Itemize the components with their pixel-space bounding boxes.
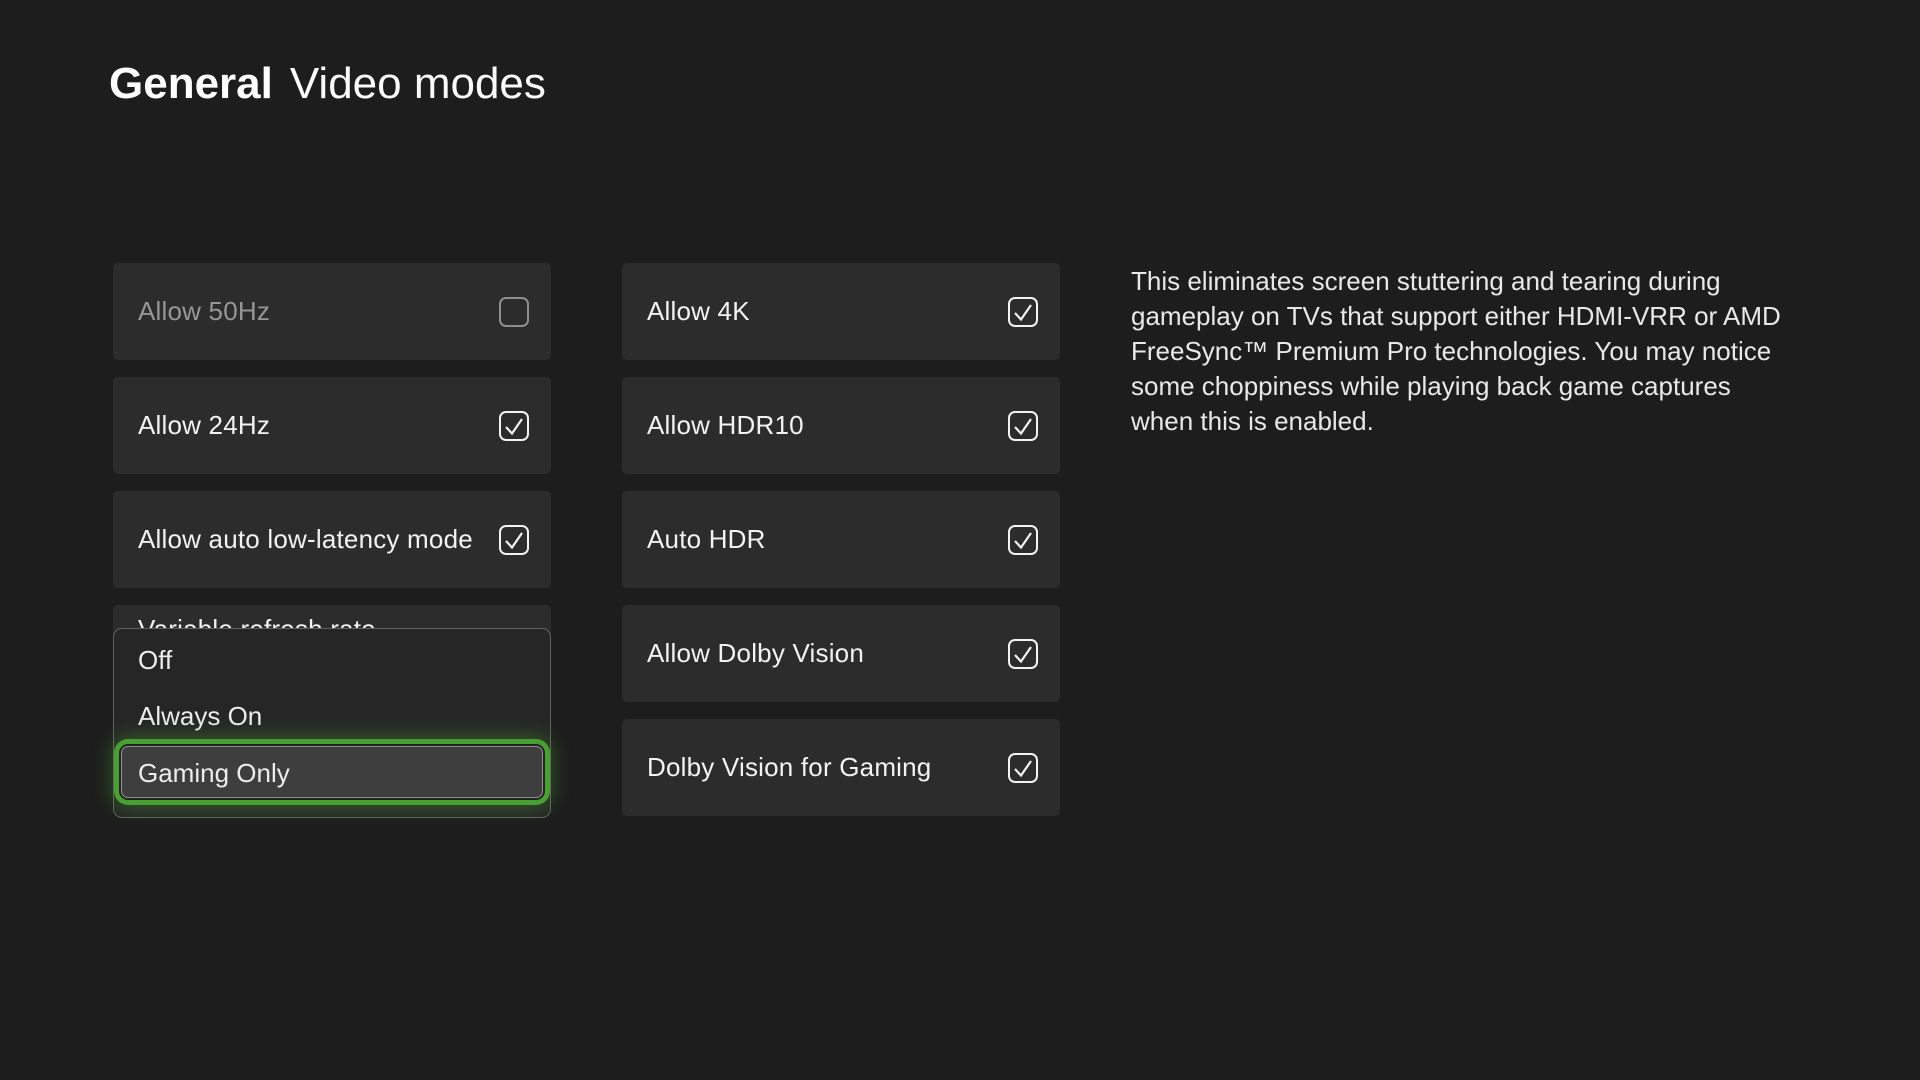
title-page: Video modes <box>290 59 546 108</box>
setting-card-allow-hdr10[interactable]: Allow HDR10 <box>622 377 1060 474</box>
variable-refresh-rate-dropdown: Off Always On Gaming Only <box>113 628 551 818</box>
setting-card-auto-hdr[interactable]: Auto HDR <box>622 491 1060 588</box>
setting-card-allow-auto-low-latency-mode[interactable]: Allow auto low-latency mode <box>113 491 551 588</box>
setting-card-dolby-vision-for-gaming[interactable]: Dolby Vision for Gaming <box>622 719 1060 816</box>
title-section: General <box>109 59 273 108</box>
setting-card-allow-24hz[interactable]: Allow 24Hz <box>113 377 551 474</box>
checkbox-checked-icon[interactable] <box>1008 411 1038 441</box>
checkbox-checked-icon[interactable] <box>499 525 529 555</box>
setting-card-allow-dolby-vision[interactable]: Allow Dolby Vision <box>622 605 1060 702</box>
dropdown-option-off[interactable]: Off <box>114 632 550 688</box>
setting-label: Allow auto low-latency mode <box>138 524 473 555</box>
setting-label: Allow 4K <box>647 296 750 327</box>
checkbox-checked-icon[interactable] <box>1008 297 1038 327</box>
check-icon <box>1012 415 1034 437</box>
check-icon <box>1012 529 1034 551</box>
check-icon <box>1012 643 1034 665</box>
setting-label: Auto HDR <box>647 524 766 555</box>
setting-label: Allow 24Hz <box>138 410 270 441</box>
checkbox-unchecked-icon[interactable] <box>499 297 529 327</box>
checkbox-checked-icon[interactable] <box>499 411 529 441</box>
checkbox-checked-icon[interactable] <box>1008 525 1038 555</box>
page-title: General Video modes <box>109 58 546 110</box>
checkbox-checked-icon[interactable] <box>1008 639 1038 669</box>
setting-label: Allow HDR10 <box>647 410 804 441</box>
setting-label: Allow Dolby Vision <box>647 638 864 669</box>
dropdown-option-gaming-only-selected[interactable]: Gaming Only <box>121 746 543 798</box>
setting-label: Allow 50Hz <box>138 296 270 327</box>
setting-card-allow-4k[interactable]: Allow 4K <box>622 263 1060 360</box>
setting-description-text: This eliminates screen stuttering and te… <box>1131 264 1791 439</box>
setting-card-allow-50hz[interactable]: Allow 50Hz <box>113 263 551 360</box>
check-icon <box>1012 757 1034 779</box>
check-icon <box>1012 301 1034 323</box>
check-icon <box>503 529 525 551</box>
check-icon <box>503 415 525 437</box>
settings-column-middle: Allow 4K Allow HDR10 Auto HDR Allow Dolb… <box>622 263 1060 833</box>
dropdown-option-always-on[interactable]: Always On <box>114 688 550 744</box>
checkbox-checked-icon[interactable] <box>1008 753 1038 783</box>
setting-label: Dolby Vision for Gaming <box>647 752 931 783</box>
